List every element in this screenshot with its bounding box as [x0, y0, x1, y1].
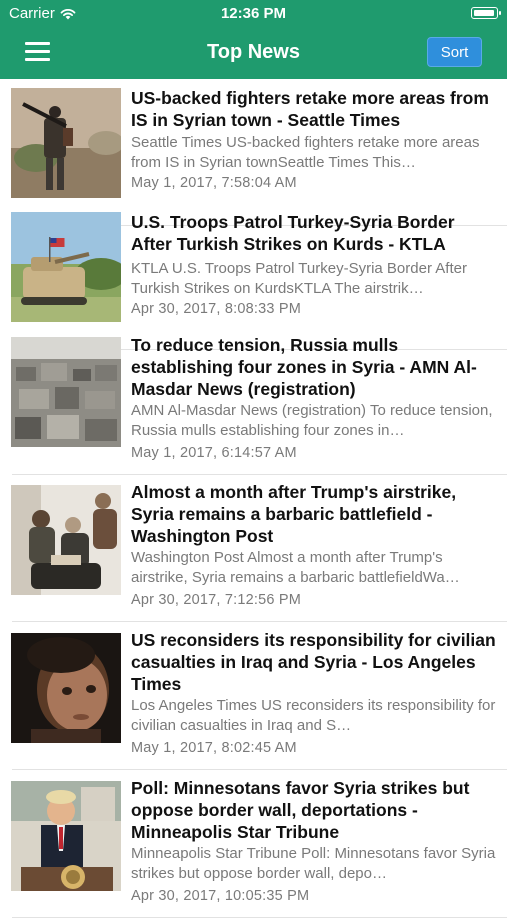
article-description: Seattle Times US-backed fighters retake … [131, 134, 480, 171]
article-date: Apr 30, 2017, 10:05:35 PM [131, 888, 310, 904]
battery-icon [471, 7, 501, 19]
article-description: Minneapolis Star Tribune Poll: Minnesota… [131, 845, 496, 882]
navigation-bar: Top News Sort [0, 28, 507, 79]
news-list-item[interactable]: US reconsiders its responsibility for ci… [0, 623, 507, 770]
news-list-item[interactable]: To reduce tension, Russia mulls establis… [0, 328, 507, 475]
article-date: May 1, 2017, 6:14:57 AM [131, 445, 297, 461]
article-date: May 1, 2017, 7:58:04 AM [131, 175, 297, 191]
article-description: KTLA U.S. Troops Patrol Turkey-Syria Bor… [131, 260, 467, 297]
divider [12, 621, 507, 622]
sort-button[interactable]: Sort [427, 37, 482, 67]
article-thumbnail [11, 212, 121, 322]
article-title: U.S. Troops Patrol Turkey-Syria Border A… [131, 212, 455, 254]
article-title: Almost a month after Trump's airstrike, … [131, 482, 457, 546]
status-bar: Carrier 12:36 PM [0, 0, 507, 28]
article-description: Los Angeles Times US reconsiders its res… [131, 697, 496, 734]
article-thumbnail [11, 337, 121, 447]
article-thumbnail [11, 781, 121, 891]
divider [12, 769, 507, 770]
article-description: Washington Post Almost a month after Tru… [131, 549, 460, 586]
article-title: US-backed fighters retake more areas fro… [131, 88, 489, 130]
article-title: To reduce tension, Russia mulls establis… [131, 335, 477, 399]
battery-level [474, 10, 494, 16]
article-title: Poll: Minnesotans favor Syria strikes bu… [131, 778, 470, 842]
article-thumbnail [11, 485, 121, 595]
article-date: Apr 30, 2017, 7:12:56 PM [131, 592, 302, 608]
article-description: AMN Al-Masdar News (registration) To red… [131, 402, 493, 439]
article-date: Apr 30, 2017, 8:08:33 PM [131, 301, 302, 317]
article-thumbnail [11, 633, 121, 743]
status-time: 12:36 PM [220, 5, 287, 22]
news-list-item[interactable]: Almost a month after Trump's airstrike, … [0, 475, 507, 622]
news-list-item[interactable]: Poll: Minnesotans favor Syria strikes bu… [0, 771, 507, 918]
app-header: Carrier 12:36 PM Top News Sort [0, 0, 507, 79]
article-thumbnail [11, 88, 121, 198]
article-title: US reconsiders its responsibility for ci… [131, 630, 496, 694]
article-date: May 1, 2017, 8:02:45 AM [131, 740, 297, 756]
